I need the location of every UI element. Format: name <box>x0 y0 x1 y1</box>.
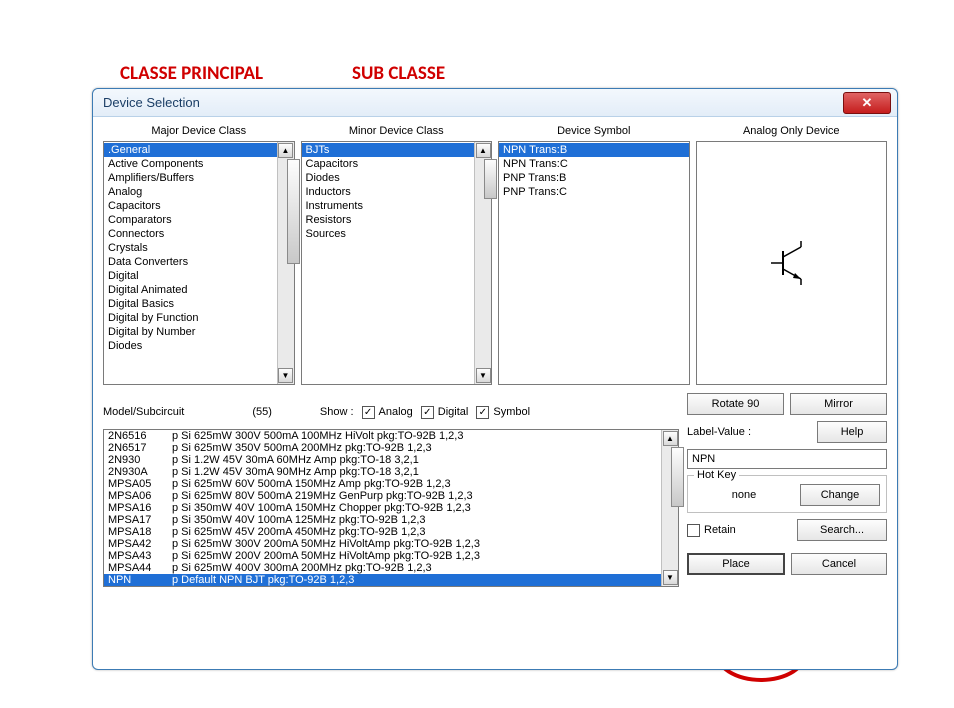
list-item[interactable]: Instruments <box>302 199 475 213</box>
table-row[interactable]: NPNp Default NPN BJT pkg:TO-92B 1,2,3 <box>104 574 661 586</box>
list-item[interactable]: Amplifiers/Buffers <box>104 171 277 185</box>
major-listbox[interactable]: .GeneralActive ComponentsAmplifiers/Buff… <box>103 141 295 385</box>
list-item[interactable]: Digital Basics <box>104 297 277 311</box>
column-major-title: Major Device Class <box>103 125 295 137</box>
symbol-preview <box>696 141 888 385</box>
table-row[interactable]: MPSA05p Si 625mW 60V 500mA 150MHz Amp pk… <box>104 478 661 490</box>
list-item[interactable]: BJTs <box>302 143 475 157</box>
scroll-down-icon[interactable]: ▼ <box>663 570 678 585</box>
table-row[interactable]: MPSA17p Si 350mW 40V 100mA 125MHz pkg:TO… <box>104 514 661 526</box>
list-item[interactable]: NPN Trans:B <box>499 143 689 157</box>
column-minor-title: Minor Device Class <box>301 125 493 137</box>
table-row[interactable]: 2N930Ap Si 1.2W 45V 30mA 90MHz Amp pkg:T… <box>104 466 661 478</box>
annotation-sub-classe: SUB CLASSE <box>352 62 445 85</box>
list-item[interactable]: NPN Trans:C <box>499 157 689 171</box>
analog-check-label: Analog <box>379 406 413 418</box>
label-value-label: Label-Value : <box>687 426 809 438</box>
column-symbol-title: Device Symbol <box>498 125 690 137</box>
list-item[interactable]: Diodes <box>302 171 475 185</box>
digital-check-label: Digital <box>438 406 469 418</box>
npn-transistor-icon <box>767 239 815 287</box>
column-analog-title: Analog Only Device <box>696 125 888 137</box>
hotkey-fieldset: Hot Key none Change <box>687 475 887 513</box>
minor-listbox[interactable]: BJTsCapacitorsDiodesInductorsInstruments… <box>301 141 493 385</box>
scroll-down-icon[interactable]: ▼ <box>278 368 293 383</box>
mirror-button[interactable]: Mirror <box>790 393 887 415</box>
list-item[interactable]: Inductors <box>302 185 475 199</box>
minor-scrollbar[interactable]: ▲ ▼ <box>474 142 491 384</box>
column-analog: Analog Only Device <box>696 125 888 385</box>
symbol-listbox[interactable]: NPN Trans:BNPN Trans:CPNP Trans:BPNP Tra… <box>498 141 690 385</box>
list-item[interactable]: Crystals <box>104 241 277 255</box>
top-columns: Major Device Class .GeneralActive Compon… <box>103 125 887 385</box>
list-item[interactable]: Data Converters <box>104 255 277 269</box>
symbol-check-label: Symbol <box>493 406 530 418</box>
list-item[interactable]: Connectors <box>104 227 277 241</box>
hotkey-value: none <box>694 489 794 501</box>
model-subcircuit-label: Model/Subcircuit <box>103 406 184 418</box>
list-item[interactable]: Active Components <box>104 157 277 171</box>
table-row[interactable]: MPSA43p Si 625mW 200V 200mA 50MHz HiVolt… <box>104 550 661 562</box>
list-item[interactable]: Digital by Number <box>104 325 277 339</box>
label-value-field[interactable] <box>687 449 887 469</box>
table-row[interactable]: MPSA16p Si 350mW 40V 100mA 150MHz Choppe… <box>104 502 661 514</box>
window-content: Major Device Class .GeneralActive Compon… <box>93 117 897 595</box>
analog-checkbox[interactable]: ✓Analog <box>362 406 413 419</box>
list-item[interactable]: Digital <box>104 269 277 283</box>
list-item[interactable]: PNP Trans:B <box>499 171 689 185</box>
cancel-button[interactable]: Cancel <box>791 553 887 575</box>
list-item[interactable]: Capacitors <box>302 157 475 171</box>
symbol-checkbox[interactable]: ✓Symbol <box>476 406 530 419</box>
column-minor: Minor Device Class BJTsCapacitorsDiodesI… <box>301 125 493 385</box>
retain-checkbox[interactable]: Retain <box>687 519 791 541</box>
table-row[interactable]: 2N930p Si 1.2W 45V 30mA 60MHz Amp pkg:TO… <box>104 454 661 466</box>
window-title: Device Selection <box>103 95 200 110</box>
device-selection-window: Device Selection ✕ Major Device Class .G… <box>92 88 898 670</box>
list-item[interactable]: Comparators <box>104 213 277 227</box>
details-scrollbar[interactable]: ▲ ▼ <box>661 430 678 586</box>
table-row[interactable]: 2N6517p Si 625mW 350V 500mA 200MHz pkg:T… <box>104 442 661 454</box>
change-hotkey-button[interactable]: Change <box>800 484 880 506</box>
table-row[interactable]: MPSA44p Si 625mW 400V 300mA 200MHz pkg:T… <box>104 562 661 574</box>
details-listbox[interactable]: 2N6516p Si 625mW 300V 500mA 100MHz HiVol… <box>103 429 679 587</box>
table-row[interactable]: 2N6516p Si 625mW 300V 500mA 100MHz HiVol… <box>104 430 661 442</box>
scroll-up-icon[interactable]: ▲ <box>476 143 491 158</box>
table-row[interactable]: MPSA18p Si 625mW 45V 200mA 450MHz pkg:TO… <box>104 526 661 538</box>
place-button[interactable]: Place <box>687 553 785 575</box>
digital-checkbox[interactable]: ✓Digital <box>421 406 469 419</box>
list-item[interactable]: .General <box>104 143 277 157</box>
list-item[interactable]: Analog <box>104 185 277 199</box>
model-count: (55) <box>252 406 272 418</box>
annotation-classe-principal: CLASSE PRINCIPAL <box>120 62 263 85</box>
scroll-up-icon[interactable]: ▲ <box>278 143 293 158</box>
scroll-down-icon[interactable]: ▼ <box>476 368 491 383</box>
major-scrollbar[interactable]: ▲ ▼ <box>277 142 294 384</box>
right-controls: Rotate 90 Mirror Label-Value : Help Hot … <box>687 393 887 587</box>
list-item[interactable]: Diodes <box>104 339 277 353</box>
filter-row: Model/Subcircuit (55) Show : ✓Analog ✓Di… <box>103 401 679 423</box>
retain-label: Retain <box>704 524 736 536</box>
hotkey-legend: Hot Key <box>694 469 739 481</box>
list-item[interactable]: Digital Animated <box>104 283 277 297</box>
list-item[interactable]: PNP Trans:C <box>499 185 689 199</box>
column-symbol: Device Symbol NPN Trans:BNPN Trans:CPNP … <box>498 125 690 385</box>
search-button[interactable]: Search... <box>797 519 887 541</box>
help-button[interactable]: Help <box>817 421 887 443</box>
close-icon: ✕ <box>862 95 873 111</box>
show-label: Show : <box>320 406 354 418</box>
titlebar: Device Selection ✕ <box>93 89 897 117</box>
table-row[interactable]: MPSA42p Si 625mW 300V 200mA 50MHz HiVolt… <box>104 538 661 550</box>
list-item[interactable]: Resistors <box>302 213 475 227</box>
list-item[interactable]: Sources <box>302 227 475 241</box>
column-major: Major Device Class .GeneralActive Compon… <box>103 125 295 385</box>
list-item[interactable]: Digital by Function <box>104 311 277 325</box>
scroll-up-icon[interactable]: ▲ <box>663 431 678 446</box>
rotate-90-button[interactable]: Rotate 90 <box>687 393 784 415</box>
close-button[interactable]: ✕ <box>843 92 891 114</box>
table-row[interactable]: MPSA06p Si 625mW 80V 500mA 219MHz GenPur… <box>104 490 661 502</box>
list-item[interactable]: Capacitors <box>104 199 277 213</box>
